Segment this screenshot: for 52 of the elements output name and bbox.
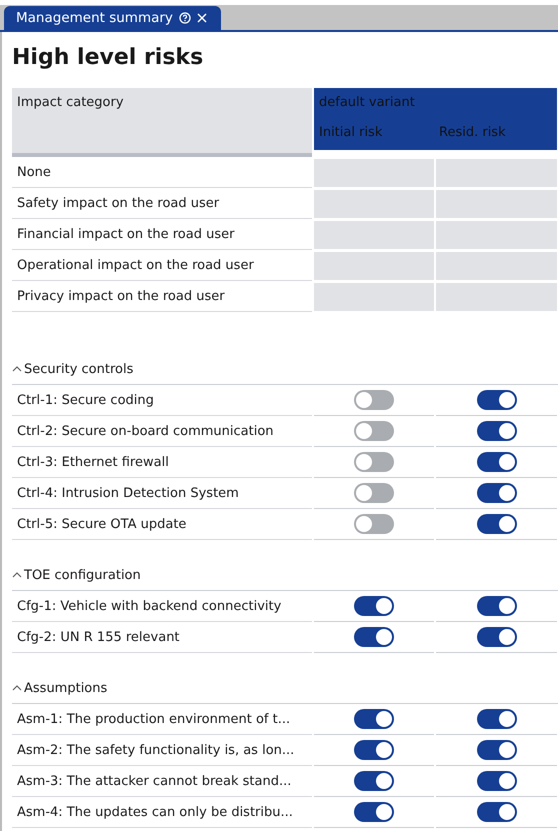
table-cell: Asm-1: The production environment of t... xyxy=(12,704,312,735)
table-cell: Safety impact on the road user xyxy=(12,188,312,219)
variant-title: default variant xyxy=(318,94,416,112)
page-heading: High level risks xyxy=(12,44,204,72)
toggle-switch[interactable] xyxy=(354,483,394,503)
close-icon[interactable] xyxy=(196,13,207,23)
table-cell: Asm-2: The safety functionality is, as lon... xyxy=(12,735,312,766)
table-cell: Ctrl-1: Secure coding xyxy=(12,385,312,416)
table-cell: Ctrl-2: Secure on-board communication xyxy=(12,416,312,447)
toggle-switch[interactable] xyxy=(476,802,516,822)
toggle-switch[interactable] xyxy=(476,390,516,410)
column-header: Resid. risk xyxy=(438,124,507,142)
table-cell: Privacy impact on the road user xyxy=(12,281,312,312)
table-cell: Ctrl-5: Secure OTA update xyxy=(12,509,312,540)
table-cell: Operational impact on the road user xyxy=(12,250,312,281)
toggle-switch[interactable] xyxy=(476,740,516,760)
toggle-switch[interactable] xyxy=(354,709,394,729)
table-cell: Cfg-1: Vehicle with backend connectivity xyxy=(12,591,312,622)
chevron-up-icon[interactable] xyxy=(12,571,22,579)
toggle-switch[interactable] xyxy=(354,390,394,410)
toggle-switch[interactable] xyxy=(476,483,516,503)
toggle-switch[interactable] xyxy=(476,596,516,616)
section-title[interactable]: Security controls xyxy=(24,362,134,376)
toggle-switch[interactable] xyxy=(354,627,394,647)
section-title[interactable]: Assumptions xyxy=(24,680,108,696)
toggle-switch[interactable] xyxy=(476,771,516,791)
toggle-switch[interactable] xyxy=(354,514,394,534)
table-cell: Financial impact on the road user xyxy=(12,219,312,250)
help-icon[interactable] xyxy=(178,12,191,24)
toggle-switch[interactable] xyxy=(476,709,516,729)
column-header: Initial risk xyxy=(318,124,384,142)
toggle-switch[interactable] xyxy=(354,740,394,760)
table-cell: Asm-4: The updates can only be distribu... xyxy=(12,797,312,828)
toggle-switch[interactable] xyxy=(476,627,516,647)
toggle-switch[interactable] xyxy=(354,802,394,822)
section-title[interactable]: TOE configuration xyxy=(24,568,141,582)
table-cell: Ctrl-4: Intrusion Detection System xyxy=(12,478,312,509)
tab[interactable]: Management summary xyxy=(4,6,221,30)
toggle-switch[interactable] xyxy=(354,596,394,616)
table-cell: None xyxy=(12,157,312,188)
table-cell: Cfg-2: UN R 155 relevant xyxy=(12,622,312,653)
toggle-switch[interactable] xyxy=(476,421,516,441)
table-cell: Ctrl-3: Ethernet firewall xyxy=(12,447,312,478)
toggle-switch[interactable] xyxy=(354,771,394,791)
toggle-switch[interactable] xyxy=(476,514,516,534)
chevron-up-icon[interactable] xyxy=(12,684,22,692)
toggle-switch[interactable] xyxy=(354,452,394,472)
column-header: Impact category xyxy=(12,88,312,157)
chevron-up-icon[interactable] xyxy=(12,365,22,373)
toggle-switch[interactable] xyxy=(476,452,516,472)
table-cell: Asm-3: The attacker cannot break stand... xyxy=(12,766,312,797)
toggle-switch[interactable] xyxy=(354,421,394,441)
